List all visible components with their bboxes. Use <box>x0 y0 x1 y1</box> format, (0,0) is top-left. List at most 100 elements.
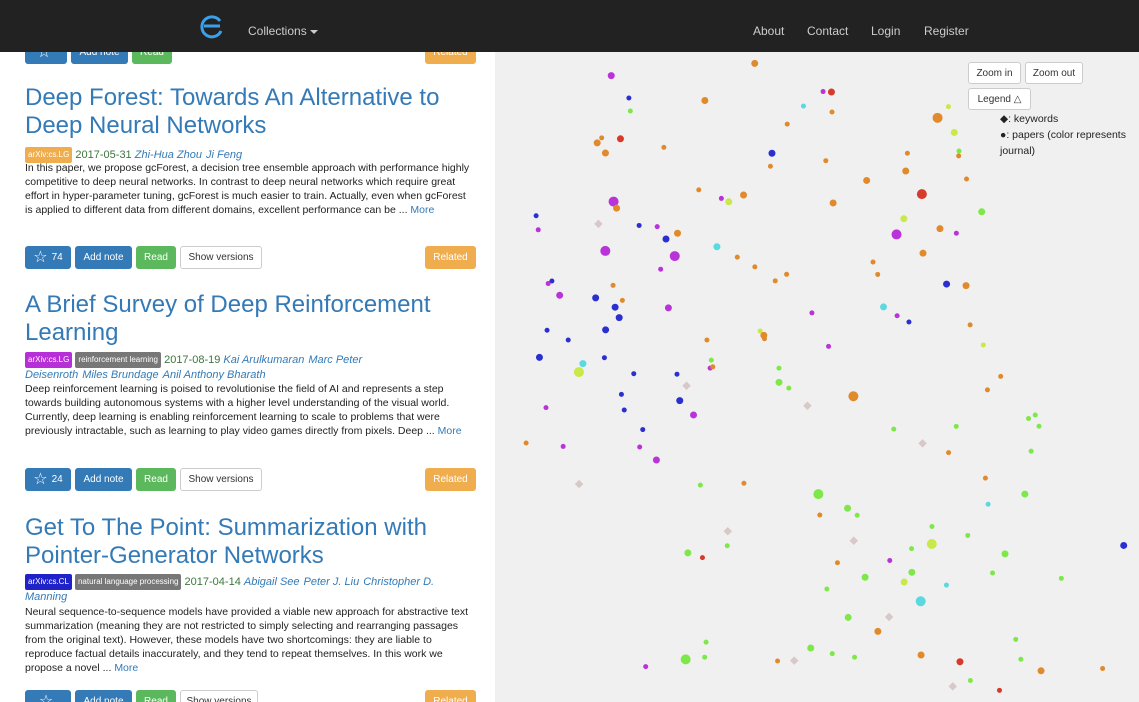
related-button[interactable]: Related <box>425 690 476 702</box>
paper-node[interactable] <box>724 543 730 549</box>
paper-node[interactable] <box>775 658 781 664</box>
paper-node[interactable] <box>844 504 852 512</box>
paper-node[interactable] <box>956 148 962 154</box>
paper-node[interactable] <box>962 282 970 290</box>
paper-node[interactable] <box>740 191 748 199</box>
paper-node[interactable] <box>908 568 916 576</box>
paper-node[interactable] <box>943 280 951 288</box>
paper-node[interactable] <box>998 373 1004 379</box>
add-note-button[interactable]: Add note <box>75 246 132 269</box>
paper-node[interactable] <box>1001 550 1009 558</box>
paper-node[interactable] <box>906 319 912 325</box>
paper-node[interactable] <box>1021 490 1029 498</box>
author-link[interactable]: Kai Arulkumaran <box>223 354 304 366</box>
related-button[interactable]: Related <box>425 246 476 269</box>
paper-list[interactable]: ☆ Add note Read Related Deep Forest: Tow… <box>0 52 495 702</box>
related-button[interactable]: Related <box>425 52 476 64</box>
paper-node[interactable] <box>943 582 949 588</box>
zoom-out-button[interactable]: Zoom out <box>1025 62 1083 84</box>
paper-node[interactable] <box>601 355 607 361</box>
paper-node[interactable] <box>701 96 709 104</box>
paper-node[interactable] <box>703 639 709 645</box>
paper-node[interactable] <box>919 249 927 257</box>
paper-node[interactable] <box>599 135 605 141</box>
paper-node[interactable] <box>1013 636 1019 642</box>
paper-node[interactable] <box>718 195 724 201</box>
paper-node[interactable] <box>615 314 623 322</box>
nav-contact-link[interactable]: Contact <box>807 24 848 38</box>
paper-node[interactable] <box>829 109 835 115</box>
author-link[interactable]: Miles Brundage <box>82 369 158 381</box>
paper-node[interactable] <box>829 199 837 207</box>
paper-node[interactable] <box>861 573 869 581</box>
nav-login-link[interactable]: Login <box>871 24 900 38</box>
paper-node[interactable] <box>543 405 549 411</box>
paper-node[interactable] <box>967 677 973 683</box>
paper-node[interactable] <box>772 278 778 284</box>
paper-node[interactable] <box>909 546 915 552</box>
more-link[interactable]: More <box>438 425 462 437</box>
paper-node[interactable] <box>708 357 714 363</box>
paper-node[interactable] <box>560 443 566 449</box>
paper-node[interactable] <box>900 215 908 223</box>
paper-node[interactable] <box>652 456 660 464</box>
paper-node[interactable] <box>916 189 927 200</box>
read-button[interactable]: Read <box>136 690 176 702</box>
author-link[interactable]: Abigail See <box>244 576 300 588</box>
keyword-node[interactable] <box>803 401 812 410</box>
paper-node[interactable] <box>565 337 571 343</box>
site-logo-icon[interactable] <box>198 12 226 40</box>
author-link[interactable]: Ji Feng <box>206 149 242 161</box>
paper-node[interactable] <box>875 271 881 277</box>
paper-node[interactable] <box>982 475 988 481</box>
paper-node[interactable] <box>917 651 925 659</box>
keyword-node[interactable] <box>789 656 799 665</box>
paper-node[interactable] <box>616 135 624 143</box>
add-note-button[interactable]: Add note <box>75 468 132 491</box>
paper-node[interactable] <box>824 586 830 592</box>
paper-node[interactable] <box>932 112 943 123</box>
paper-node[interactable] <box>592 294 600 302</box>
paper-node[interactable] <box>776 365 782 371</box>
paper-node[interactable] <box>915 596 926 607</box>
paper-node[interactable] <box>618 391 624 397</box>
paper-node[interactable] <box>680 654 691 665</box>
add-note-button[interactable]: Add note <box>71 52 128 64</box>
paper-node[interactable] <box>658 266 664 272</box>
paper-node[interactable] <box>699 555 705 561</box>
add-note-button[interactable]: Add note <box>75 690 132 702</box>
read-button[interactable]: Read <box>136 468 176 491</box>
paper-node[interactable] <box>826 343 832 349</box>
paper-node[interactable] <box>664 304 672 312</box>
paper-node[interactable] <box>823 158 829 164</box>
author-link[interactable]: Anil Anthony Bharath <box>163 369 266 381</box>
paper-node[interactable] <box>880 303 888 311</box>
paper-node[interactable] <box>643 664 649 670</box>
paper-node[interactable] <box>600 245 611 256</box>
paper-node[interactable] <box>713 243 721 251</box>
paper-node[interactable] <box>556 291 564 299</box>
nav-about-link[interactable]: About <box>753 24 784 38</box>
paper-node[interactable] <box>990 570 996 576</box>
paper-node[interactable] <box>593 139 601 147</box>
paper-node[interactable] <box>1018 656 1024 662</box>
paper-node[interactable] <box>545 281 551 287</box>
paper-node[interactable] <box>636 222 642 228</box>
keyword-node[interactable] <box>723 527 732 536</box>
paper-node[interactable] <box>767 163 773 169</box>
paper-node[interactable] <box>544 327 550 333</box>
topic-badge[interactable]: natural language processing <box>74 574 182 590</box>
keyword-node[interactable] <box>918 439 927 448</box>
paper-node[interactable] <box>601 149 609 157</box>
paper-node[interactable] <box>1032 412 1038 418</box>
paper-node[interactable] <box>1058 575 1064 581</box>
keyword-node[interactable] <box>594 219 603 229</box>
paper-title[interactable]: A Brief Survey of Deep Reinforcement Lea… <box>25 291 485 347</box>
read-button[interactable]: Read <box>136 246 176 269</box>
paper-node[interactable] <box>760 331 768 339</box>
journal-badge[interactable]: arXiv:cs.CL <box>25 574 72 590</box>
paper-node[interactable] <box>725 198 733 206</box>
paper-map[interactable]: Zoom in Zoom out Legend △ ◆: keywords ●:… <box>495 52 1139 702</box>
paper-node[interactable] <box>946 450 952 456</box>
star-button[interactable]: ☆ 74 <box>25 246 71 269</box>
